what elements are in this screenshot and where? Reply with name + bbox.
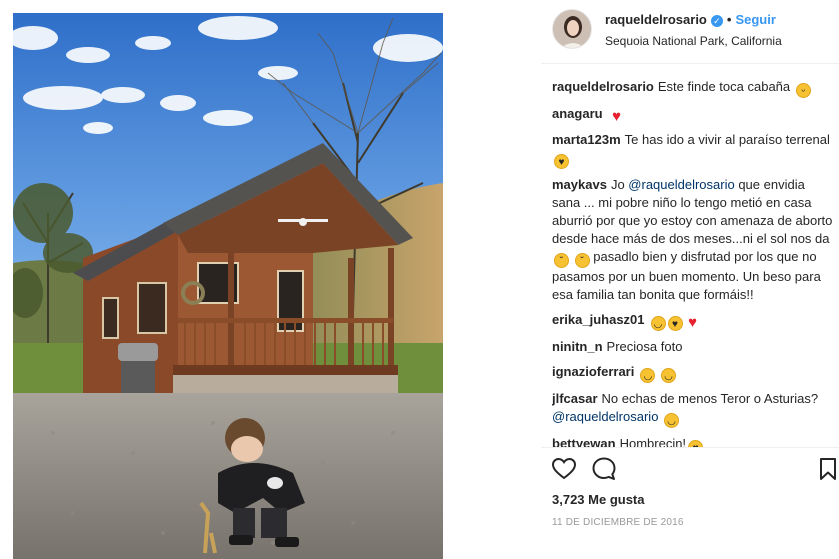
cabin-photo-image (13, 13, 443, 559)
comment-text (658, 409, 662, 424)
smile-face-emoji-icon: ◡ (650, 316, 666, 331)
crying-face-emoji-icon: ˘ (574, 253, 590, 268)
comment-item: ignaziofеrrari ◡ ◡ (552, 363, 834, 383)
hug-face-emoji-icon: ◡ (640, 368, 656, 383)
hug-face-emoji-icon: ◡ (660, 368, 676, 383)
post-photo[interactable] (13, 13, 443, 559)
avatar-image (553, 10, 591, 48)
comment-text: No echas de menos Teror o Asturias? (601, 391, 819, 406)
crying-face-emoji-icon: ˘ (554, 253, 569, 268)
comment-item: raqueldelrosario Este finde toca cabaña ᵕ (552, 78, 834, 98)
speech-bubble-icon (592, 457, 616, 480)
comment-username[interactable]: anagaru (552, 106, 603, 121)
heart-eyes-face-emoji-icon: ♥ (554, 154, 569, 169)
grin-face-emoji-icon: ᵕ (795, 83, 811, 98)
separator-dot: • (726, 12, 732, 27)
kiss-face-emoji-icon: ♥ (667, 316, 683, 331)
comment-username[interactable]: marta123m (552, 132, 621, 147)
comment-username[interactable]: raqueldelrosario (552, 79, 654, 94)
comment-item: jlfcasar No echas de menos Teror o Asturi… (552, 390, 834, 428)
comment-text: Preciosa foto (606, 339, 683, 354)
comment-item: marta123m Te has ido a vivir al paraíso t… (552, 131, 834, 169)
post-sidebar: raqueldelrosario ✓ • Seguir Sequoia Nationa… (541, 0, 839, 559)
comment-item: ninitn_n Preciosa foto (552, 338, 834, 356)
verified-badge-icon: ✓ (710, 15, 723, 27)
post-author-line: raqueldelrosario ✓ • Seguir (605, 12, 776, 27)
comment-text: Jo (610, 177, 629, 192)
post-header: raqueldelrosario ✓ • Seguir Sequoia Nationa… (541, 0, 839, 64)
like-button[interactable] (550, 455, 578, 483)
avatar[interactable] (552, 9, 592, 49)
bookmark-icon (820, 458, 836, 480)
actions-divider (541, 447, 839, 448)
comment-item: erika_juhasz01 ◡ ♥ ♥ (552, 311, 834, 331)
smile-face-emoji-icon: ◡ (664, 413, 680, 428)
post-author-username[interactable]: raqueldelrosario (605, 12, 707, 27)
comment-text: pasadlo bien y disfrutad por los que no … (552, 249, 821, 302)
comment-item: anagaru ♥ (552, 105, 834, 124)
comment-username[interactable]: erika_juhasz01 (552, 312, 645, 327)
comment-item: maykavs Jo @raqueldelrosario que envidia … (552, 176, 834, 304)
like-count[interactable]: 3,723 Me gusta (552, 492, 645, 507)
heart-outline-icon (551, 457, 577, 480)
comment-username[interactable]: jlfcasar (552, 391, 598, 406)
comment-mention[interactable]: @raqueldelrosario (552, 409, 658, 424)
comments-list[interactable]: raqueldelrosario Este finde toca cabaña ᵕ… (552, 78, 834, 448)
comment-mention[interactable]: @raqueldelrosario (628, 177, 734, 192)
comment-text: Este finde toca cabaña (657, 79, 791, 94)
save-button[interactable] (814, 455, 839, 483)
comment-button[interactable] (590, 455, 618, 483)
post-location[interactable]: Sequoia National Park, California (605, 34, 782, 48)
comment-text: Te has ido a vivir al paraíso terrenal (624, 132, 830, 147)
post-date[interactable]: 11 DE DICIEMBRE DE 2016 (552, 517, 684, 528)
comment-username[interactable]: ignaziofеrrari (552, 364, 634, 379)
comment-username[interactable]: ninitn_n (552, 339, 603, 354)
red-heart-emoji-icon: ♥ (612, 108, 622, 125)
follow-button[interactable]: Seguir (735, 12, 775, 27)
red-heart-emoji-icon: ♥ (688, 314, 697, 331)
comment-username[interactable]: maykavs (552, 177, 607, 192)
